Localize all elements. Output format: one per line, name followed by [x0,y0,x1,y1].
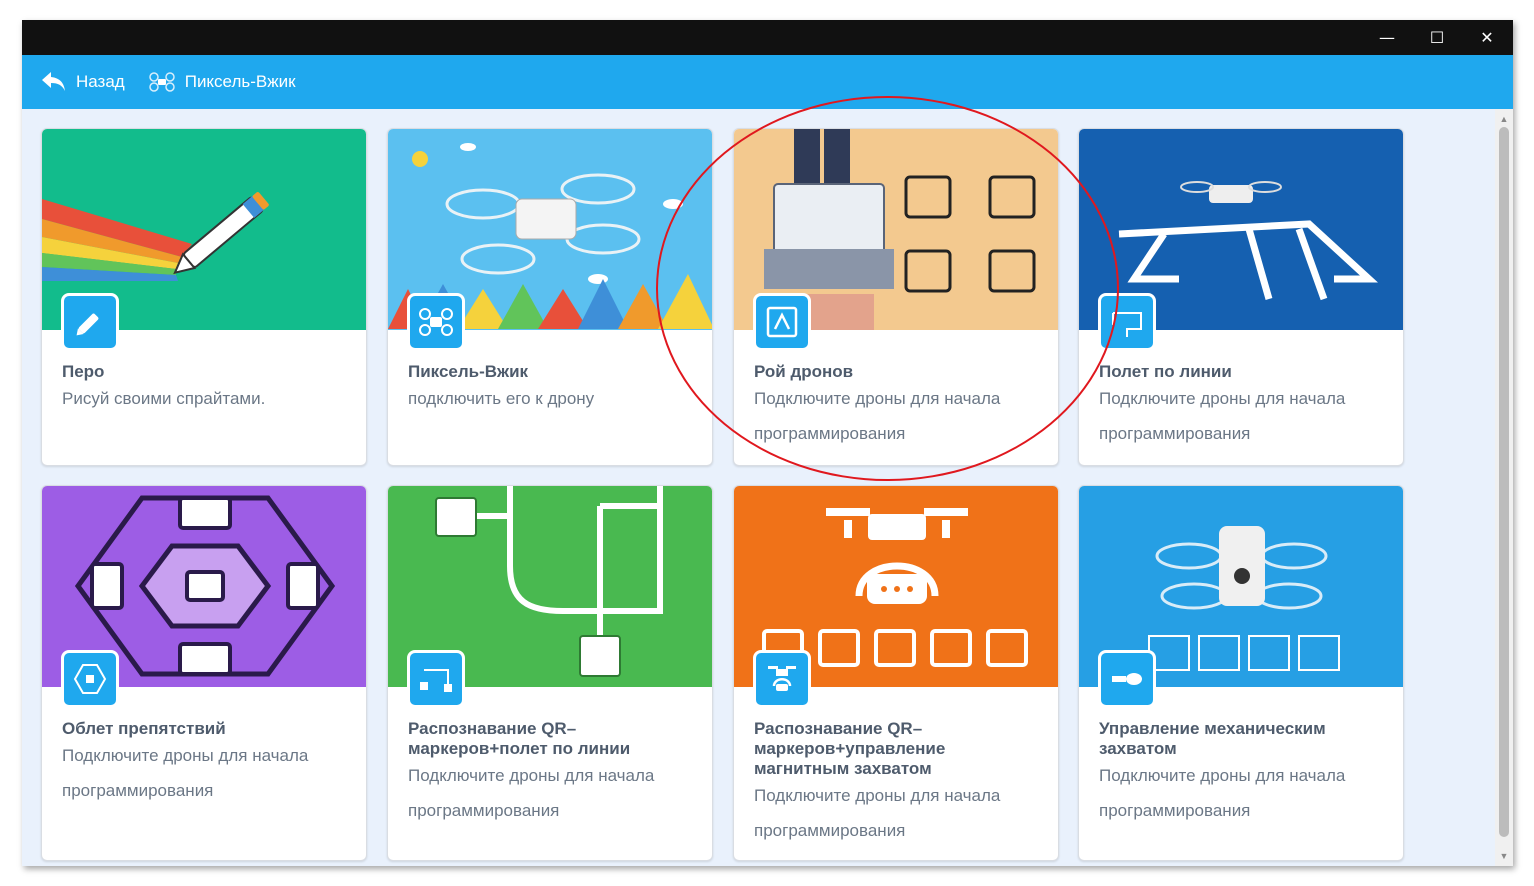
qr-line-icon [420,669,452,692]
extension-card-obstacle-flight[interactable]: Облет препятствий Подключите дроны для н… [41,485,367,861]
pen-icon [76,313,99,336]
scroll-up-icon[interactable]: ▲ [1495,111,1513,127]
back-label: Назад [76,72,125,91]
card-title: Распознавание QR–маркеров+управление маг… [754,719,946,778]
card-description: Подключите дроны для начала программиров… [408,766,655,820]
breadcrumb: Пиксель-Вжик [148,72,296,92]
card-title: Перо [62,362,105,381]
maximize-button[interactable]: ☐ [1412,20,1462,55]
extension-card-qr-magnetic-grip[interactable]: Распознавание QR–маркеров+управление маг… [733,485,1059,861]
breadcrumb-label: Пиксель-Вжик [184,72,296,91]
card-title: Облет препятствий [62,719,226,738]
vertical-scrollbar[interactable]: ▲ ▼ [1495,109,1513,866]
card-title: Пиксель-Вжик [408,362,529,381]
magnet-drone-icon [768,666,796,691]
drone-icon [148,72,175,92]
extension-grid: Перо Рисуй своими спрайтами. Пиксель-Вжи… [22,109,1493,866]
hexagon-icon [73,664,107,694]
card-title: Распознавание QR–маркеров+полет по линии [408,719,631,758]
extension-card-drone-swarm[interactable]: Рой дронов Подключите дроны для начала п… [733,128,1059,466]
card-description: Подключите дроны для начала программиров… [754,389,1001,443]
back-arrow-icon [42,72,65,91]
card-title: Полет по линии [1099,362,1232,381]
card-description: Рисуй своими спрайтами. [62,389,266,408]
back-button[interactable]: Назад [40,70,125,94]
card-badge [407,650,465,708]
card-badge [61,650,119,708]
card-badge [1098,650,1156,708]
swarm-icon [766,306,798,338]
app-window: — ☐ ✕ Назад Пиксель-Вжик Перо Рисуй свои… [22,20,1513,866]
card-description: Подключите дроны для начала программиров… [62,746,309,800]
card-badge [753,650,811,708]
card-badge [61,293,119,351]
app-header: Назад Пиксель-Вжик [22,55,1513,109]
drone-icon [419,308,453,336]
grip-icon [1112,673,1142,685]
card-description: Подключите дроны для начала программиров… [1099,389,1346,443]
line-route-icon [1112,312,1142,337]
card-title: Управление механическим захватом [1099,719,1326,758]
card-title: Рой дронов [754,362,854,381]
scroll-down-icon[interactable]: ▼ [1495,848,1513,864]
card-badge [753,293,811,351]
extension-card-pixel-drone[interactable]: Пиксель-Вжик подключить его к дрону [387,128,713,466]
extension-card-mechanical-grip[interactable]: Управление механическим захватом Подключ… [1078,485,1404,861]
card-badge [1098,293,1156,351]
minimize-button[interactable]: — [1362,20,1412,55]
scroll-thumb[interactable] [1499,127,1509,837]
card-description: подключить его к дрону [408,389,595,408]
card-description: Подключите дроны для начала программиров… [754,786,1001,840]
extension-card-pen[interactable]: Перо Рисуй своими спрайтами. [41,128,367,466]
close-button[interactable]: ✕ [1462,20,1512,55]
card-badge [407,293,465,351]
title-bar: — ☐ ✕ [22,20,1513,55]
extension-card-line-flight[interactable]: Полет по линии Подключите дроны для нача… [1078,128,1404,466]
card-description: Подключите дроны для начала программиров… [1099,766,1346,820]
extension-card-qr-line-flight[interactable]: Распознавание QR–маркеров+полет по линии… [387,485,713,861]
